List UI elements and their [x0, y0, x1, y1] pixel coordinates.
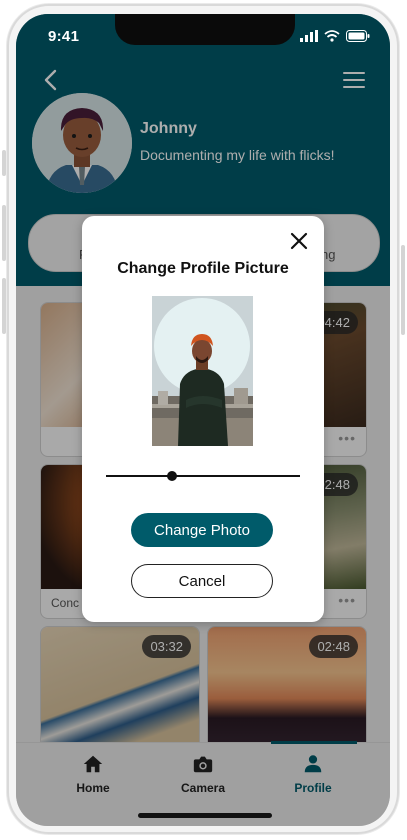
dialog-title: Change Profile Picture	[117, 260, 289, 277]
change-photo-button[interactable]: Change Photo	[131, 513, 273, 547]
app-screen: Johnny Documenting my life with flicks! …	[16, 14, 390, 826]
close-icon[interactable]	[288, 230, 310, 252]
profile-photo-preview	[152, 296, 253, 446]
slider-track	[106, 475, 300, 477]
battery-icon	[346, 30, 370, 42]
status-time: 9:41	[48, 28, 80, 45]
side-button	[2, 278, 6, 334]
cancel-button[interactable]: Cancel	[131, 564, 273, 598]
status-bar: 9:41	[16, 14, 390, 58]
side-button	[2, 205, 6, 261]
change-profile-picture-dialog: Change Profile Picture Change Photo Canc…	[82, 216, 324, 622]
wifi-icon	[324, 30, 340, 42]
slider-thumb[interactable]	[166, 471, 177, 481]
status-icons	[300, 30, 370, 42]
signal-icon	[300, 30, 318, 42]
side-button	[401, 245, 405, 335]
zoom-slider[interactable]	[106, 468, 300, 484]
side-button	[2, 150, 6, 176]
home-indicator	[138, 813, 272, 818]
